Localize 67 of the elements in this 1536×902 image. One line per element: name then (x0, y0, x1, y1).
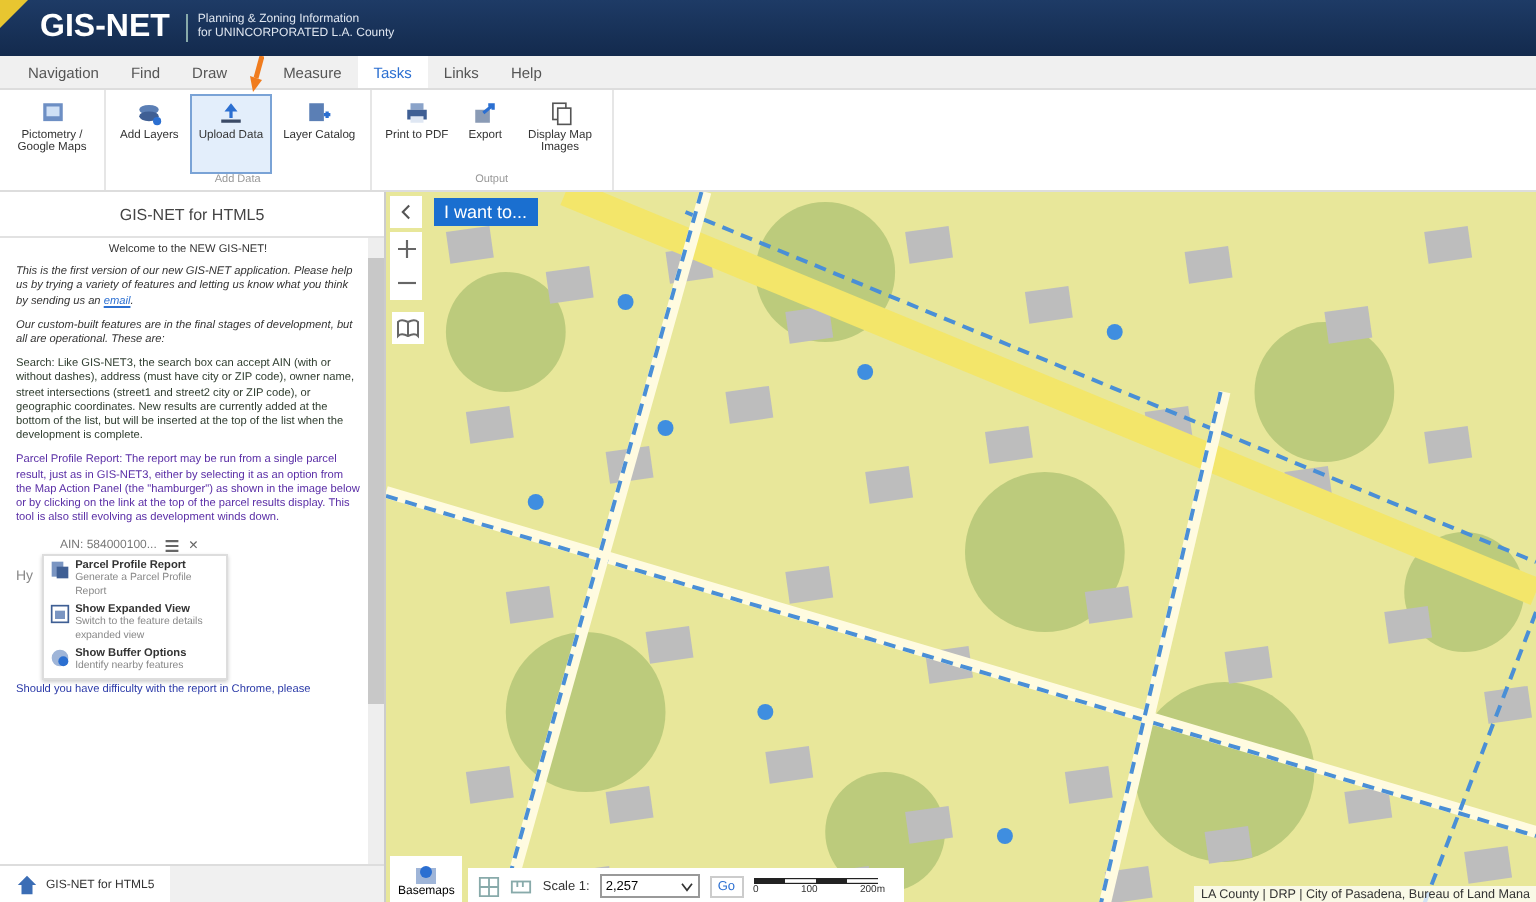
building-shape (1024, 285, 1073, 324)
export-icon (472, 100, 499, 126)
pages-icon (547, 100, 573, 126)
map-layers-icon (414, 862, 439, 886)
scale-bar (753, 877, 878, 883)
location-marker[interactable] (617, 294, 634, 310)
location-marker[interactable] (1106, 324, 1123, 340)
building-shape (765, 745, 814, 784)
window-icon (49, 604, 70, 625)
building-shape (725, 385, 774, 424)
building-shape (984, 425, 1033, 464)
location-marker[interactable] (527, 494, 544, 510)
tree-canopy-shape (445, 272, 566, 392)
upload-icon (217, 100, 244, 126)
building-shape (785, 565, 834, 604)
building-shape (445, 225, 494, 264)
home-icon (16, 874, 38, 896)
buffer-icon (49, 648, 70, 669)
panel-title: GIS-NET for HTML5 (0, 192, 384, 238)
building-shape (645, 625, 694, 664)
building-shape (465, 405, 514, 444)
building-shape (605, 785, 654, 824)
location-marker[interactable] (857, 364, 874, 380)
building-shape (925, 645, 973, 684)
corner-ribbon-icon (0, 0, 28, 28)
report-icon (49, 560, 70, 581)
building-shape (1104, 865, 1153, 902)
annotation-arrow (247, 56, 264, 92)
close-button[interactable]: × (188, 536, 199, 555)
building-shape (785, 305, 834, 344)
tree-canopy-shape (1404, 532, 1524, 652)
building-shape (865, 465, 914, 504)
app-logo: GIS-NET (40, 10, 170, 46)
location-marker[interactable] (657, 420, 674, 436)
building-shape (1084, 585, 1133, 624)
building-shape (905, 225, 954, 264)
location-marker[interactable] (996, 828, 1013, 844)
building-shape (605, 445, 654, 484)
building-shape (465, 765, 514, 804)
building-shape (1384, 605, 1433, 644)
menu-icon[interactable] (164, 537, 181, 554)
building-shape (1424, 425, 1473, 464)
location-marker[interactable] (757, 704, 774, 720)
building-shape (545, 265, 594, 304)
catalog-icon (306, 100, 333, 126)
i-want-to-button[interactable]: I want to... (434, 198, 538, 226)
building-shape (505, 585, 554, 624)
caret-icon (679, 881, 694, 891)
photo-icon (39, 100, 65, 126)
book-icon[interactable] (392, 312, 424, 344)
building-shape (1204, 825, 1253, 864)
collapse-button[interactable] (390, 196, 422, 228)
ruler-icon[interactable] (510, 875, 533, 897)
tree-canopy-shape (1254, 322, 1395, 462)
building-shape (1064, 765, 1113, 804)
scrollbar[interactable] (368, 238, 384, 864)
building-shape (1424, 225, 1473, 264)
building-shape (1344, 785, 1393, 824)
building-shape (1324, 305, 1373, 344)
printer-icon (403, 100, 430, 126)
building-shape (905, 805, 954, 844)
grid-icon[interactable] (478, 875, 501, 897)
layers-icon (136, 100, 163, 126)
building-shape (1484, 685, 1533, 724)
chevron-left-icon (398, 204, 414, 220)
building-shape (1184, 245, 1233, 284)
plus-icon (397, 240, 415, 258)
